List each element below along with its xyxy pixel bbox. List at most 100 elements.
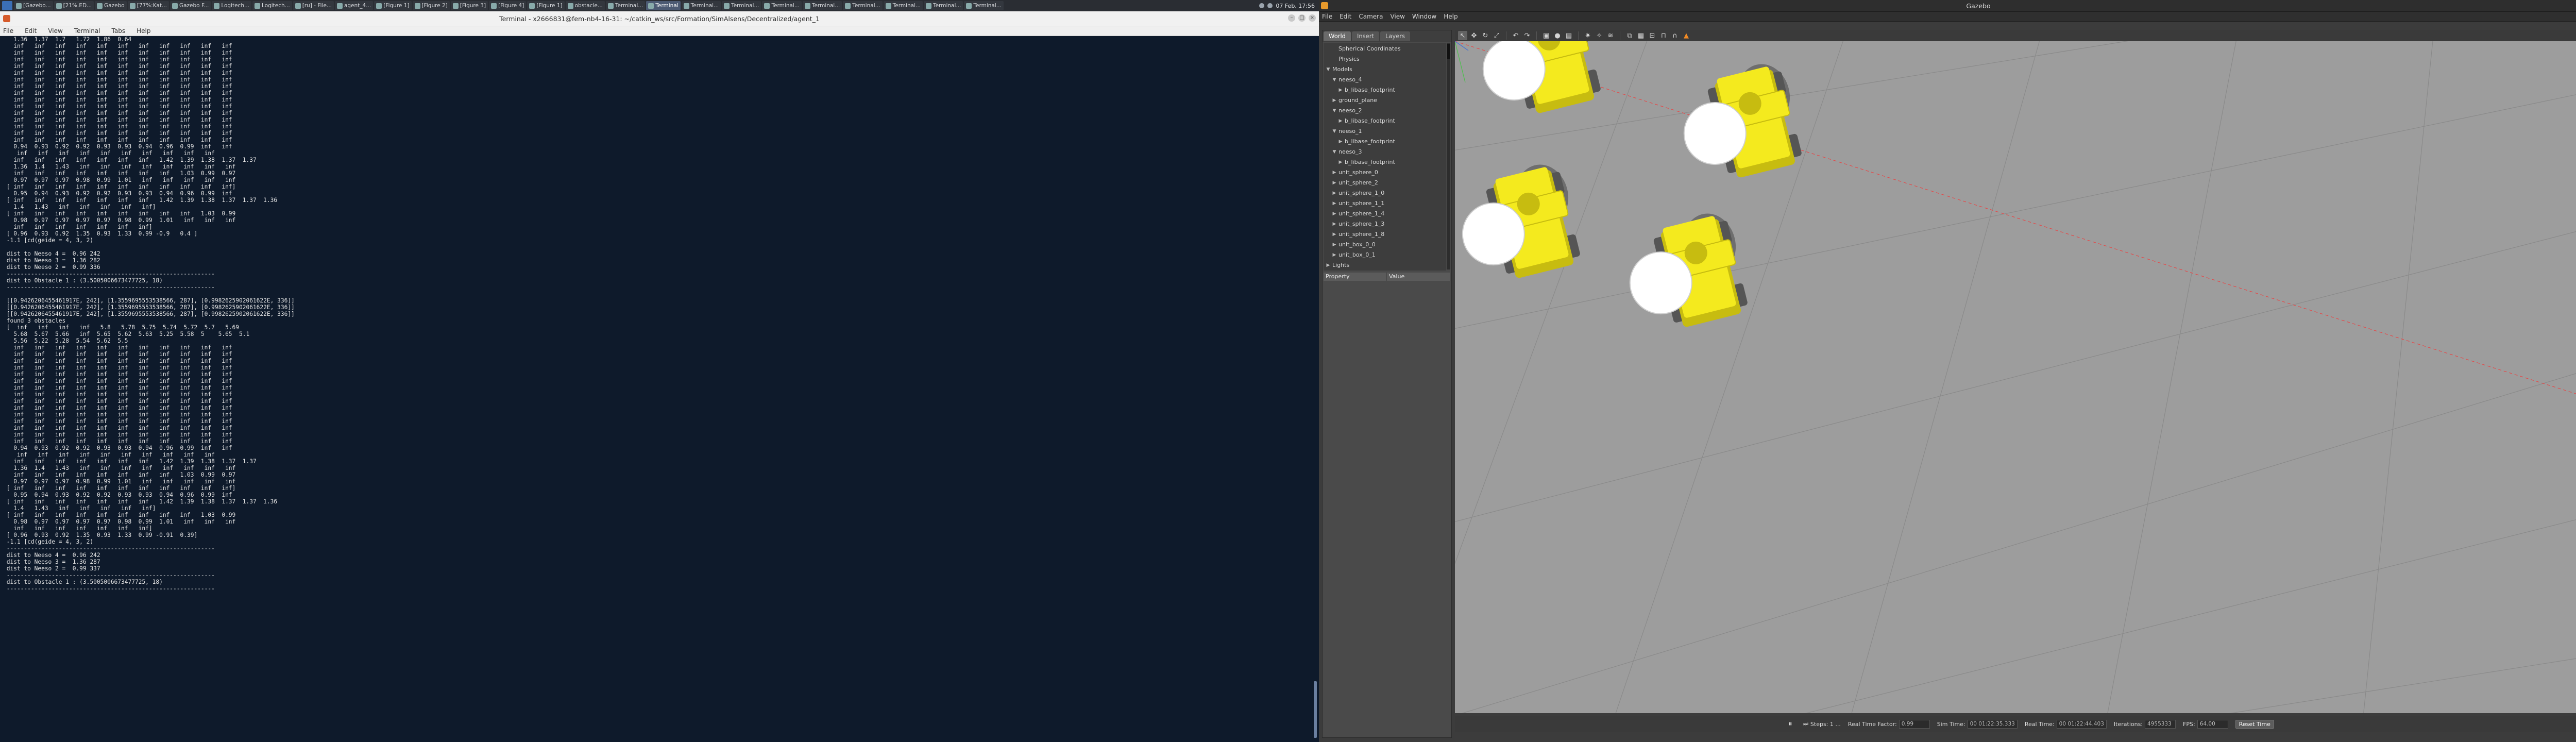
tree-item[interactable]: ▶ b_libase_footprint — [1324, 85, 1446, 95]
tree-item[interactable]: ▶ unit_sphere_1_1 — [1324, 198, 1446, 209]
taskbar-task[interactable]: Terminal... — [843, 1, 883, 10]
pause-button[interactable]: ⏸ — [1785, 719, 1796, 729]
network-icon[interactable] — [1259, 3, 1265, 8]
step-control[interactable]: ⏭ Steps: 1 ... — [1803, 720, 1841, 728]
tree-item[interactable]: ▶ unit_box_0_0 — [1324, 240, 1446, 250]
taskbar-task[interactable]: Terminal... — [883, 1, 923, 10]
orange-cone-icon[interactable]: ▲ — [1682, 31, 1691, 40]
expand-toggle-icon[interactable]: ▶ — [1338, 157, 1343, 167]
menu-edit[interactable]: Edit — [25, 27, 37, 35]
taskbar-task[interactable]: [Gazebo... — [14, 1, 53, 10]
menu-help[interactable]: Help — [137, 27, 150, 35]
undo-icon[interactable]: ↶ — [1511, 31, 1520, 40]
step-forward-icon[interactable]: ⏭ — [1803, 720, 1808, 728]
cylinder-icon[interactable]: ▤ — [1564, 31, 1573, 40]
menu-file[interactable]: File — [1322, 13, 1332, 20]
redo-icon[interactable]: ↷ — [1522, 31, 1532, 40]
tree-item[interactable]: ▶ b_libase_footprint — [1324, 157, 1446, 167]
tree-item[interactable]: ▶ unit_sphere_2 — [1324, 178, 1446, 188]
taskbar-task[interactable]: Gazebo F... — [170, 1, 211, 10]
tree-item[interactable]: ▼ neeso_3 — [1324, 147, 1446, 157]
paste-icon[interactable]: ▦ — [1636, 31, 1646, 40]
scale-icon[interactable]: ⤢ — [1492, 31, 1501, 40]
menu-camera[interactable]: Camera — [1359, 13, 1383, 20]
taskbar-task[interactable]: [Figure 4] — [489, 1, 527, 10]
expand-toggle-icon[interactable]: ▶ — [1338, 85, 1343, 95]
box-icon[interactable]: ▣ — [1541, 31, 1551, 40]
sphere-icon[interactable]: ● — [1553, 31, 1562, 40]
expand-toggle-icon[interactable]: ▶ — [1332, 167, 1337, 178]
expand-toggle-icon[interactable]: ▶ — [1332, 250, 1337, 260]
expand-toggle-icon[interactable]: ▶ — [1332, 178, 1337, 188]
scene-render[interactable] — [1455, 41, 2576, 713]
snap-icon[interactable]: ⊓ — [1659, 31, 1668, 40]
spot-light-icon[interactable]: ✧ — [1595, 31, 1604, 40]
expand-toggle-icon[interactable]: ▶ — [1338, 116, 1343, 126]
select-icon[interactable]: ↖ — [1458, 31, 1467, 40]
terminal-scrollbar-thumb[interactable] — [1314, 681, 1317, 738]
taskbar-task[interactable]: [ru] - File... — [293, 1, 334, 10]
rotate-icon[interactable]: ↻ — [1481, 31, 1490, 40]
maximize-icon[interactable]: □ — [1298, 14, 1306, 22]
close-icon[interactable]: × — [1309, 14, 1316, 22]
menu-tabs[interactable]: Tabs — [112, 27, 126, 35]
clock[interactable]: 07 Feb, 17:56 — [1276, 3, 1315, 9]
tree-item[interactable]: ▶ b_libase_footprint — [1324, 137, 1446, 147]
expand-toggle-icon[interactable]: ▶ — [1326, 260, 1331, 271]
taskbar-task[interactable]: Terminal... — [924, 1, 963, 10]
align-icon[interactable]: ⊟ — [1648, 31, 1657, 40]
start-menu-icon[interactable] — [2, 1, 12, 10]
terminal-scrollbar[interactable] — [1313, 36, 1317, 742]
expand-toggle-icon[interactable]: ▶ — [1338, 137, 1343, 147]
gazebo-titlebar[interactable]: Gazebo – □ × — [1319, 0, 2576, 12]
tree-item[interactable]: ▼ neeso_2 — [1324, 106, 1446, 116]
tree-item[interactable]: ▶ unit_sphere_1_3 — [1324, 219, 1446, 229]
point-light-icon[interactable]: ✷ — [1583, 31, 1592, 40]
tree-item[interactable]: ▶ b_libase_footprint — [1324, 116, 1446, 126]
menu-window[interactable]: Window — [1412, 13, 1436, 20]
expand-toggle-icon[interactable]: ▶ — [1332, 188, 1337, 198]
taskbar-task[interactable]: Terminal... — [802, 1, 842, 10]
taskbar-task[interactable]: Gazebo — [95, 1, 127, 10]
tree-item[interactable]: ▶ unit_box_0_1 — [1324, 250, 1446, 260]
menu-view[interactable]: View — [48, 27, 62, 35]
taskbar-task[interactable]: Terminal — [646, 1, 681, 10]
expand-toggle-icon[interactable]: ▼ — [1326, 64, 1331, 75]
terminal-titlebar[interactable]: Terminal - x2666831@fem-nb4-16-31: ~/cat… — [0, 11, 1319, 26]
copy-icon[interactable]: ⧉ — [1625, 31, 1634, 40]
taskbar-task[interactable]: [Figure 1] — [527, 1, 565, 10]
tree-item[interactable]: ▶ Lights — [1324, 260, 1446, 271]
menu-view[interactable]: View — [1390, 13, 1404, 20]
model-tree[interactable]: Spherical Coordinates Physics ▼ Models ▼ nees… — [1324, 43, 1446, 271]
expand-toggle-icon[interactable]: ▶ — [1332, 95, 1337, 106]
tree-item[interactable]: ▶ unit_sphere_1_0 — [1324, 188, 1446, 198]
tree-item[interactable]: ▶ ground_plane — [1324, 95, 1446, 106]
directional-light-icon[interactable]: ≋ — [1606, 31, 1615, 40]
tree-item[interactable]: ▼ neeso_1 — [1324, 126, 1446, 137]
expand-toggle-icon[interactable]: ▶ — [1332, 240, 1337, 250]
minimize-icon[interactable]: – — [1288, 14, 1295, 22]
menu-file[interactable]: File — [3, 27, 13, 35]
tree-item[interactable]: Spherical Coordinates — [1324, 44, 1446, 54]
taskbar-task[interactable]: [21%.ED... — [54, 1, 94, 10]
expand-toggle-icon[interactable]: ▶ — [1332, 198, 1337, 209]
taskbar-task[interactable]: Terminal... — [722, 1, 761, 10]
tab-insert[interactable]: Insert — [1351, 31, 1379, 41]
taskbar-task[interactable]: Logitech... — [252, 1, 292, 10]
menu-edit[interactable]: Edit — [1340, 13, 1351, 20]
reset-time-button[interactable]: Reset Time — [2235, 719, 2274, 729]
taskbar-task[interactable]: agent_4... — [334, 1, 374, 10]
tree-item[interactable]: ▶ unit_sphere_0 — [1324, 167, 1446, 178]
tree-item[interactable]: Physics — [1324, 54, 1446, 64]
expand-toggle-icon[interactable]: ▶ — [1332, 229, 1337, 240]
model-tree-scrollbar-thumb[interactable] — [1447, 44, 1450, 59]
change-view-icon[interactable]: ∩ — [1670, 31, 1680, 40]
taskbar-task[interactable]: Logitech... — [212, 1, 252, 10]
menu-terminal[interactable]: Terminal — [74, 27, 100, 35]
taskbar-task[interactable]: Terminal... — [762, 1, 802, 10]
taskbar-task[interactable]: [Figure 2] — [412, 1, 450, 10]
expand-toggle-icon[interactable]: ▶ — [1332, 209, 1337, 219]
menu-help[interactable]: Help — [1444, 13, 1458, 20]
expand-toggle-icon[interactable]: ▼ — [1332, 147, 1337, 157]
terminal-output[interactable]: 1.36 1.37 1.7 1.72 1.86 0.64 inf inf inf… — [3, 36, 1309, 742]
